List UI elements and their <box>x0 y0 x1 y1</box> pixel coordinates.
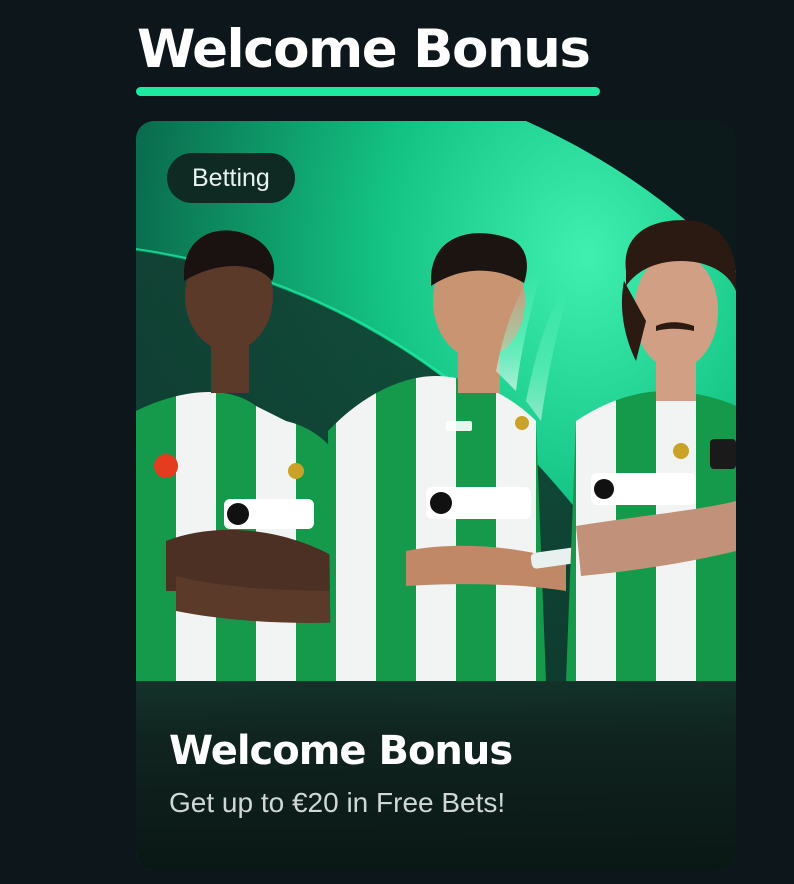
promotions-page: Welcome Bonus Betting Welcome Bonus Get … <box>0 0 794 884</box>
promo-subtitle: Get up to €20 in Free Bets! <box>169 787 506 818</box>
title-underline <box>136 87 600 96</box>
section-title: Welcome Bonus <box>137 19 591 80</box>
promo-title: Welcome Bonus <box>169 728 513 774</box>
welcome-bonus-card[interactable]: Betting Welcome Bonus Get up to €20 in F… <box>136 121 736 870</box>
category-badge: Betting <box>167 153 295 203</box>
